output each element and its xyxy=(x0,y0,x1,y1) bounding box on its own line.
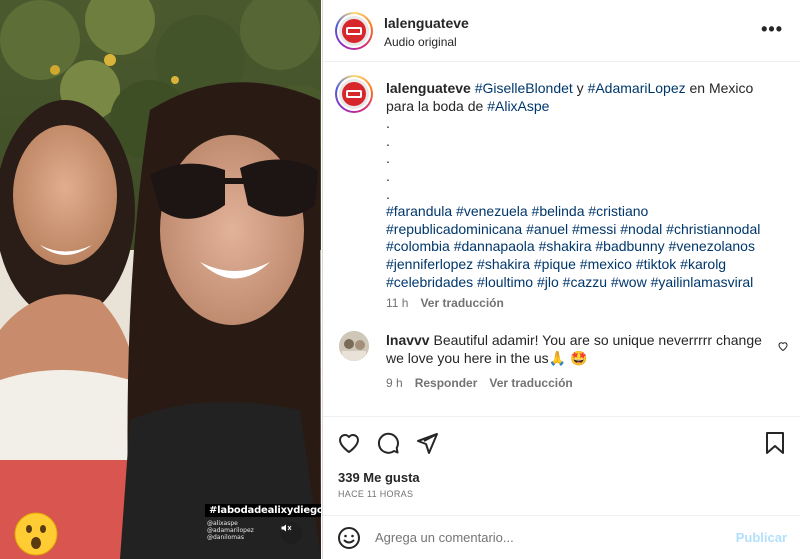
reply-button[interactable]: Responder xyxy=(415,376,478,390)
comment-input[interactable] xyxy=(375,530,715,545)
speaker-muted-icon xyxy=(281,524,292,532)
post-time-ago[interactable]: HACE 11 HORAS xyxy=(338,489,413,499)
mention-stickers: @alixaspe @adamarilopez @danilomas xyxy=(207,520,254,541)
video-frame xyxy=(0,0,321,559)
caption-dot: . xyxy=(386,132,390,149)
post-header: lalenguateve Audio original ••• xyxy=(323,0,800,62)
instagram-post-view: #labodadealixydiego @alixaspe @adamarilo… xyxy=(0,0,800,559)
caption-dot: . xyxy=(386,167,390,184)
comment-text: Beautiful adamir! You are so unique neve… xyxy=(386,332,762,366)
hashtag-link[interactable]: #GiselleBlondet xyxy=(475,80,573,96)
caption-meta: 11 h Ver traducción xyxy=(386,296,504,310)
comment-translate-button[interactable]: Ver traducción xyxy=(489,376,572,390)
more-horizontal-icon[interactable]: ••• xyxy=(761,20,783,38)
mention-sticker: @alixaspe xyxy=(207,520,238,527)
smiley-icon[interactable] xyxy=(337,526,361,550)
hashtag-link[interactable]: #AlixAspe xyxy=(487,98,549,114)
post-video[interactable]: #labodadealixydiego @alixaspe @adamarilo… xyxy=(0,0,321,559)
caption-avatar[interactable] xyxy=(335,75,373,113)
post-comment-button[interactable]: Publicar xyxy=(736,530,787,545)
audio-label[interactable]: Audio original xyxy=(384,35,457,49)
post-caption: lalenguateve #GiselleBlondet y #AdamariL… xyxy=(386,80,781,291)
heart-icon[interactable] xyxy=(337,431,361,455)
caption-dots: . . . . . xyxy=(386,115,781,203)
caption-text: y xyxy=(572,80,588,96)
comment-item: lnavvv Beautiful adamir! You are so uniq… xyxy=(386,332,776,367)
likes-count[interactable]: 339 Me gusta xyxy=(338,470,420,485)
author-username[interactable]: lalenguateve xyxy=(384,15,469,31)
mention-sticker: @danilomas xyxy=(207,534,244,541)
comment-icon[interactable] xyxy=(376,431,400,455)
comment-meta: 9 h Responder Ver traducción xyxy=(386,376,573,390)
caption-username[interactable]: lalenguateve xyxy=(386,80,471,96)
caption-translate-button[interactable]: Ver traducción xyxy=(420,296,503,310)
paper-plane-icon[interactable] xyxy=(415,431,439,455)
caption-dot: . xyxy=(386,150,390,167)
comment-like-heart-icon[interactable] xyxy=(777,340,789,352)
caption-dot: . xyxy=(386,115,390,132)
caption-hashtags[interactable]: #farandula #venezuela #belinda #cristian… xyxy=(386,203,781,291)
post-actions xyxy=(323,416,800,464)
caption-dot: . xyxy=(386,185,390,202)
la-lengua-logo xyxy=(339,79,369,109)
post-details-panel: lalenguateve Audio original ••• lalengua… xyxy=(322,0,800,559)
author-avatar[interactable] xyxy=(335,12,373,50)
mute-button[interactable] xyxy=(280,522,302,544)
caption-time[interactable]: 11 h xyxy=(386,296,408,310)
add-comment-bar: Publicar xyxy=(323,515,800,559)
commenter-avatar[interactable] xyxy=(339,331,369,361)
mention-sticker: @adamarilopez xyxy=(207,527,254,534)
surprised-emoji-sticker xyxy=(14,512,58,556)
hashtag-link[interactable]: #AdamariLopez xyxy=(588,80,686,96)
comment-username[interactable]: lnavvv xyxy=(386,332,430,348)
la-lengua-logo xyxy=(339,16,369,46)
hashtag-sticker: #labodadealixydiego xyxy=(205,504,321,517)
comment-time[interactable]: 9 h xyxy=(386,376,403,390)
bookmark-icon[interactable] xyxy=(763,431,787,455)
